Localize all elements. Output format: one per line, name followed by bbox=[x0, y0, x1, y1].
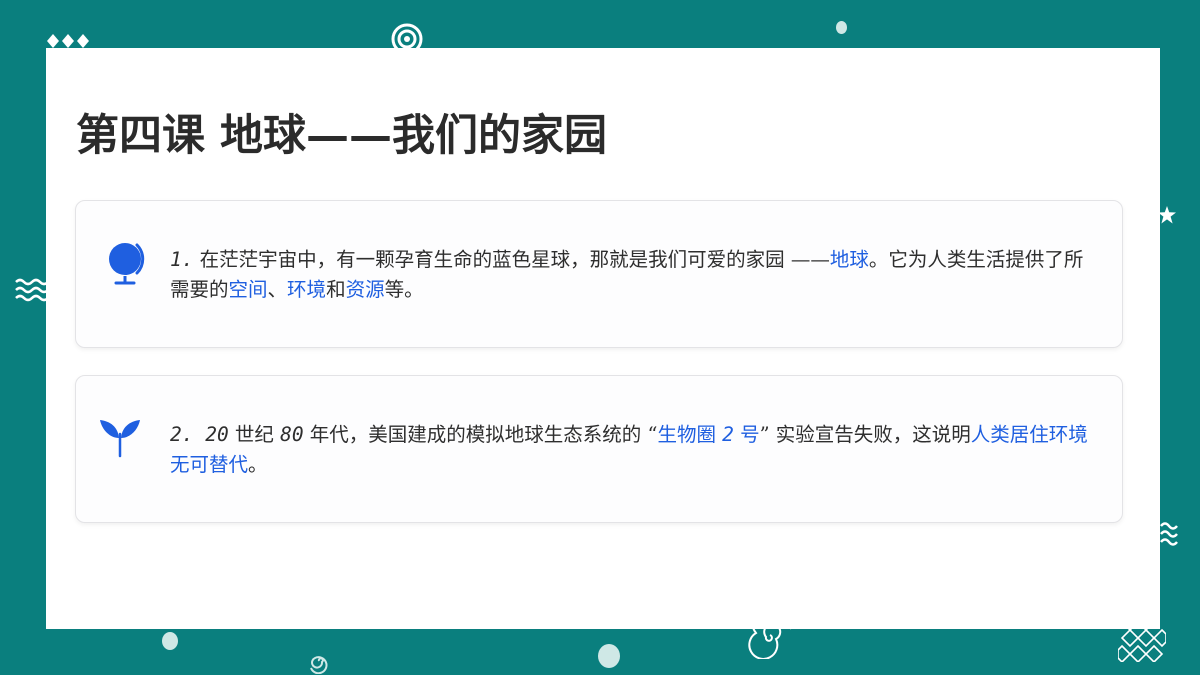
text-segment: 等。 bbox=[384, 278, 424, 301]
card-1-text: 1. 在茫茫宇宙中，有一颗孕育生命的蓝色星球，那就是我们可爱的家园 ——地球。它… bbox=[170, 245, 1100, 305]
diamonds-decoration bbox=[47, 34, 89, 48]
highlight-earth: 地球 bbox=[829, 248, 869, 271]
sprout-icon bbox=[100, 420, 140, 458]
highlight-biosphere-suffix: 号 bbox=[733, 423, 760, 446]
highlight-space: 空间 bbox=[228, 278, 268, 301]
text-segment: 和 bbox=[326, 278, 346, 301]
concentric-circles-decoration bbox=[391, 23, 423, 50]
text-segment: 。 bbox=[248, 453, 268, 476]
highlight-environment: 环境 bbox=[287, 278, 327, 301]
text-segment: 、 bbox=[267, 278, 288, 301]
highlight-biosphere: 生物圈 bbox=[657, 423, 723, 446]
dot-decoration bbox=[836, 21, 847, 34]
content-card-1: 1. 在茫茫宇宙中，有一颗孕育生命的蓝色星球，那就是我们可爱的家园 ——地球。它… bbox=[75, 200, 1123, 348]
star-decoration bbox=[1158, 206, 1176, 224]
dot-decoration-bottom-left bbox=[162, 632, 178, 650]
spiral-decoration-bottom-left bbox=[310, 656, 328, 674]
waves-decoration bbox=[15, 278, 48, 302]
number-80: 80 bbox=[280, 423, 304, 446]
slide-panel: 第四课 地球——我们的家园 1. 在茫茫宇宙中，有一颗孕育生命的蓝色星球，那就是… bbox=[46, 48, 1160, 629]
text-segment: 世纪 bbox=[228, 423, 281, 446]
card-1-number: 1. bbox=[170, 248, 194, 271]
dot-decoration-bottom-mid bbox=[598, 644, 620, 668]
card-2-number: 2. 20 bbox=[170, 423, 229, 446]
text-segment: 年代，美国建成的模拟地球生态系统的 “ bbox=[303, 423, 658, 446]
spiral-decoration-bottom-right bbox=[748, 629, 792, 659]
content-card-2: 2. 20 世纪 80 年代，美国建成的模拟地球生态系统的 “生物圈 2 号” … bbox=[75, 375, 1123, 523]
highlight-biosphere-number: 2 bbox=[722, 423, 734, 446]
globe-icon bbox=[109, 243, 145, 285]
card-2-text: 2. 20 世纪 80 年代，美国建成的模拟地球生态系统的 “生物圈 2 号” … bbox=[170, 420, 1100, 480]
slide-title: 第四课 地球——我们的家园 bbox=[76, 111, 607, 161]
highlight-resources: 资源 bbox=[345, 278, 385, 301]
text-segment: ” 实验宣告失败，这说明 bbox=[759, 423, 971, 446]
text-segment: 在茫茫宇宙中，有一颗孕育生命的蓝色星球，那就是我们可爱的家园 —— bbox=[193, 248, 830, 271]
waves-decoration-right bbox=[1160, 522, 1178, 546]
